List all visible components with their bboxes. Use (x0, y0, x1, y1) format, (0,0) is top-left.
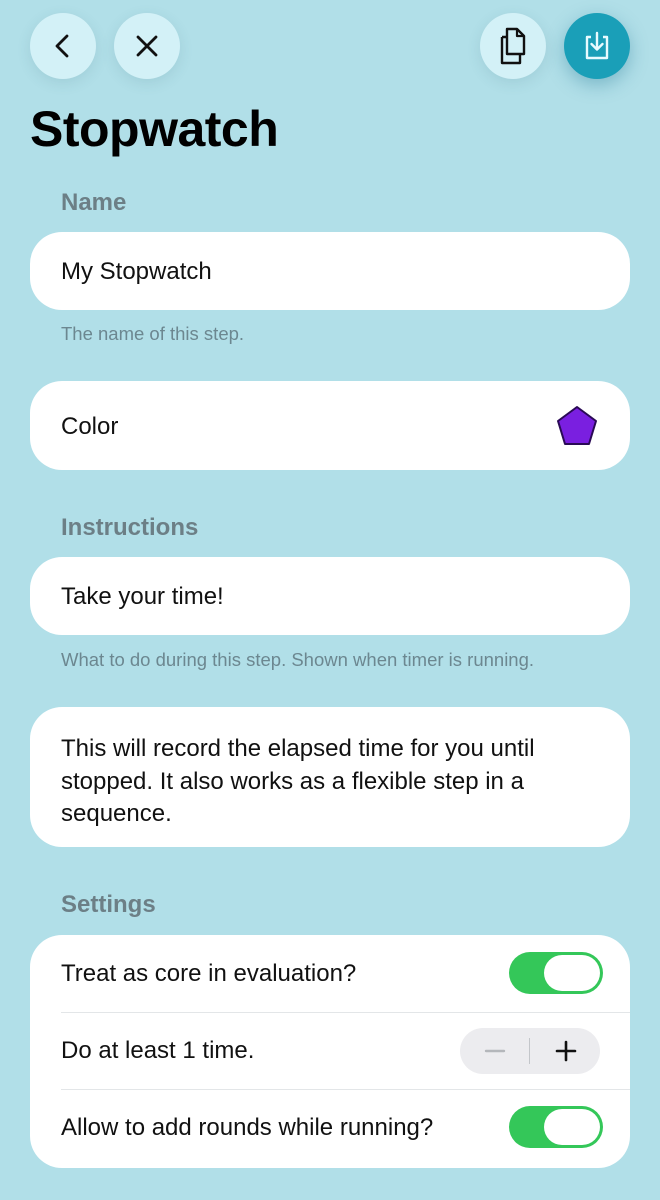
instructions-section-label: Instructions (61, 514, 199, 541)
minus-icon (484, 1049, 505, 1053)
name-section-label: Name (61, 189, 127, 216)
increment-button[interactable] (531, 1028, 600, 1074)
copy-icon (500, 27, 526, 65)
page-title: Stopwatch (30, 101, 279, 157)
name-hint: The name of this step. (61, 323, 245, 344)
instructions-field-value: Take your time! (61, 583, 224, 610)
settings-card: Treat as core in evaluation? Do at least… (30, 935, 630, 1168)
decrement-button[interactable] (460, 1028, 529, 1074)
name-field-value: My Stopwatch (61, 258, 212, 285)
add-rounds-label: Allow to add rounds while running? (61, 1114, 434, 1141)
color-swatch-pentagon-icon[interactable] (556, 405, 598, 447)
color-label: Color (61, 413, 119, 440)
add-rounds-row: Allow to add rounds while running? (61, 1089, 630, 1167)
stepper-divider (529, 1038, 530, 1064)
core-evaluation-label: Treat as core in evaluation? (61, 960, 357, 987)
instructions-field[interactable]: Take your time! (30, 557, 630, 635)
chevron-left-icon (55, 34, 69, 58)
close-button[interactable] (114, 13, 180, 79)
repeat-count-row: Do at least 1 time. (61, 1012, 630, 1090)
back-button[interactable] (30, 13, 96, 79)
toggle-knob (544, 1109, 600, 1145)
step-editor-screen: Stopwatch Name My Stopwatch The name of … (0, 0, 660, 1200)
color-picker-row[interactable]: Color (30, 381, 630, 470)
duplicate-button[interactable] (480, 13, 546, 79)
description-text: This will record the elapsed time for yo… (61, 735, 535, 827)
name-field[interactable]: My Stopwatch (30, 232, 630, 310)
settings-section-label: Settings (61, 891, 156, 918)
close-icon (136, 35, 158, 57)
toggle-knob (544, 955, 600, 991)
core-evaluation-toggle[interactable] (509, 952, 603, 994)
core-evaluation-row: Treat as core in evaluation? (61, 935, 630, 1013)
download-tray-icon (585, 31, 609, 60)
save-button[interactable] (564, 13, 630, 79)
add-rounds-toggle[interactable] (509, 1106, 603, 1148)
repeat-count-label: Do at least 1 time. (61, 1037, 255, 1064)
description-card: This will record the elapsed time for yo… (30, 707, 630, 847)
plus-icon (555, 1040, 576, 1062)
repeat-count-stepper (460, 1028, 600, 1074)
instructions-hint: What to do during this step. Shown when … (61, 649, 535, 670)
